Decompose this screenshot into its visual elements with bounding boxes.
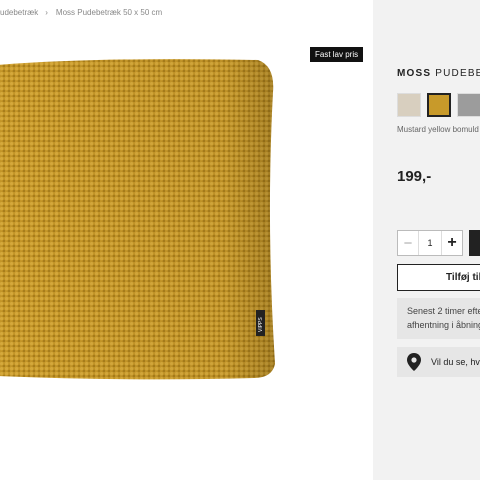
delivery-info-line: Senest 2 timer efter (407, 306, 480, 316)
product-name: PUDEBETRÆK (435, 68, 480, 79)
color-name: Mustard yellow bomuld (397, 125, 479, 134)
product-image[interactable]: VIPPS (0, 52, 275, 382)
breadcrumb: udebetræk › Moss Pudebetræk 50 x 50 cm (0, 8, 162, 17)
location-pin-icon (407, 353, 421, 371)
quick-cart-button[interactable] (469, 230, 480, 256)
add-to-cart-button[interactable]: Tilføj til kurv (397, 264, 480, 291)
store-finder-button[interactable]: Vil du se, hvor (397, 347, 480, 377)
price-badge: Fast lav pris (310, 47, 364, 62)
delivery-info-box: Senest 2 timer efter afhentning i åbning (397, 298, 480, 339)
store-finder-label: Vil du se, hvor (431, 357, 480, 367)
color-swatch-mustard[interactable] (427, 93, 451, 117)
product-price: 199,- (397, 168, 432, 185)
delivery-info-line: afhentning i åbning (407, 320, 480, 330)
product-gallery: udebetræk › Moss Pudebetræk 50 x 50 cm VIP… (0, 0, 373, 480)
breadcrumb-item[interactable]: udebetræk (0, 8, 38, 17)
tag-text: VIPPS (258, 317, 264, 332)
color-swatch-grey[interactable] (457, 93, 480, 117)
color-swatch-beige[interactable] (397, 93, 421, 117)
product-brand: MOSS (397, 68, 432, 79)
product-title: MOSS PUDEBETRÆK (397, 68, 480, 79)
pillow-label-tag: VIPPS (256, 310, 265, 336)
quantity-input[interactable]: 1 (418, 231, 442, 255)
quantity-stepper: − 1 + (397, 230, 463, 256)
breadcrumb-separator-icon: › (45, 8, 48, 17)
product-panel: MOSS PUDEBETRÆK Mustard yellow bomuld 19… (373, 0, 480, 480)
quantity-decrease-button[interactable]: − (398, 231, 418, 255)
breadcrumb-item-current: Moss Pudebetræk 50 x 50 cm (55, 8, 163, 17)
quantity-increase-button[interactable]: + (442, 231, 462, 255)
